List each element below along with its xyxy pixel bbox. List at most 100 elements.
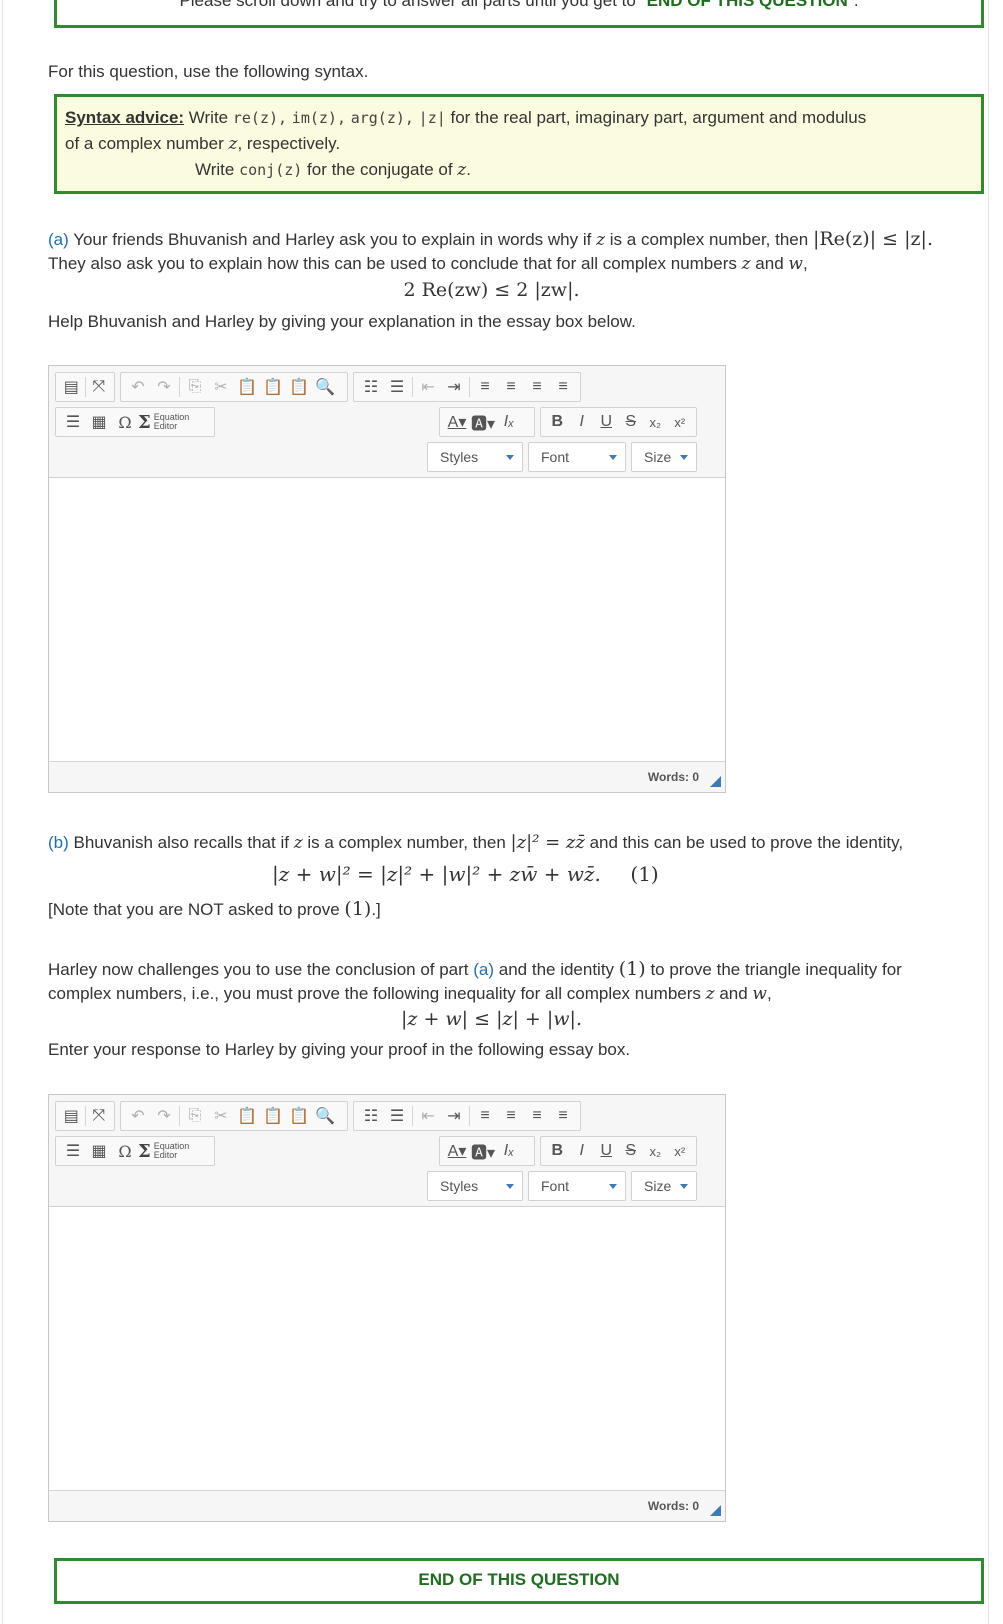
math-display-a: 2 Re(zw) ≤ 2 |zw|. bbox=[403, 279, 580, 301]
scroll-notice-prefix: Please scroll down and try to answer all… bbox=[179, 0, 647, 10]
find-icon[interactable]: 🔍 bbox=[312, 375, 338, 399]
superscript-icon[interactable]: x² bbox=[668, 410, 693, 434]
italic-icon[interactable]: I bbox=[570, 1139, 595, 1163]
underline-icon[interactable]: U bbox=[594, 410, 619, 434]
undo-icon[interactable]: ↶ bbox=[125, 1104, 151, 1128]
paste-icon[interactable]: 📋 bbox=[234, 375, 260, 399]
essay-text-area[interactable] bbox=[49, 1208, 725, 1491]
horizontal-line-icon[interactable]: ☰ bbox=[60, 410, 86, 434]
note-text-b: .] bbox=[371, 900, 381, 919]
outdent-icon[interactable]: ⇤ bbox=[415, 1104, 441, 1128]
size-dropdown[interactable]: Size bbox=[631, 442, 697, 472]
paste-word-icon[interactable]: 📋 bbox=[286, 1104, 312, 1128]
editor-status-bar: Words: 0 bbox=[49, 1490, 725, 1521]
code-arg: arg(z), bbox=[350, 109, 414, 127]
word-count: Words: 0 bbox=[647, 770, 699, 784]
paste-text-icon[interactable]: 📋 bbox=[260, 375, 286, 399]
resize-handle-icon[interactable] bbox=[710, 776, 721, 787]
end-of-question-box: END OF THIS QUESTION bbox=[54, 1558, 984, 1604]
justify-icon[interactable]: ≡ bbox=[550, 1104, 576, 1128]
special-char-icon[interactable]: Ω bbox=[112, 410, 138, 434]
equation-editor-icon[interactable]: Σ bbox=[138, 412, 151, 433]
part-b-text-1c: and this can be used to prove the identi… bbox=[584, 833, 904, 852]
part-b-para-line-2: complex numbers, i.e., you must prove th… bbox=[48, 984, 772, 1004]
indent-icon[interactable]: ⇥ bbox=[441, 375, 467, 399]
remove-format-icon[interactable]: Iₓ bbox=[496, 410, 522, 434]
right-border bbox=[988, 0, 989, 1624]
paste-word-icon[interactable]: 📋 bbox=[286, 375, 312, 399]
styles-dropdown[interactable]: Styles bbox=[427, 442, 523, 472]
styles-dropdown[interactable]: Styles bbox=[427, 1171, 523, 1201]
background-color-icon[interactable]: 🅰▾ bbox=[470, 1139, 496, 1163]
essay-editor-a: ▤ ⤧ ↶ ↷ ⎘ ✂ 📋 📋 📋 🔍 ☷ ☰ ⇤ ⇥ ≡ ≡ ≡ ≡ ☰ ▦ … bbox=[48, 365, 726, 793]
redo-icon[interactable]: ↷ bbox=[151, 1104, 177, 1128]
part-a-line-1: (a) Your friends Bhuvanish and Harley as… bbox=[48, 228, 933, 250]
paste-icon[interactable]: 📋 bbox=[234, 1104, 260, 1128]
part-a-text-2c: , bbox=[802, 254, 808, 273]
source-icon[interactable]: ▤ bbox=[60, 375, 83, 399]
maximize-icon[interactable]: ⤧ bbox=[87, 375, 110, 399]
font-label: Font bbox=[541, 449, 570, 465]
source-icon[interactable]: ▤ bbox=[60, 1104, 83, 1128]
strike-icon[interactable]: S bbox=[619, 410, 644, 434]
align-center-icon[interactable]: ≡ bbox=[498, 1104, 524, 1128]
copy-icon[interactable]: ⎘ bbox=[182, 375, 208, 399]
math-tag: (1) bbox=[344, 898, 372, 920]
cut-icon[interactable]: ✂ bbox=[208, 1104, 234, 1128]
equation-editor-icon[interactable]: Σ bbox=[138, 1141, 151, 1162]
background-color-icon[interactable]: 🅰▾ bbox=[470, 410, 496, 434]
part-b-p3c: , bbox=[766, 984, 772, 1003]
size-dropdown[interactable]: Size bbox=[631, 1171, 697, 1201]
align-center-icon[interactable]: ≡ bbox=[498, 375, 524, 399]
font-dropdown[interactable]: Font bbox=[528, 1171, 626, 1201]
redo-icon[interactable]: ↷ bbox=[151, 375, 177, 399]
table-icon[interactable]: ▦ bbox=[86, 1139, 112, 1163]
italic-icon[interactable]: I bbox=[570, 410, 595, 434]
editor-status-bar: Words: 0 bbox=[49, 761, 725, 792]
subscript-icon[interactable]: x₂ bbox=[643, 410, 668, 434]
remove-format-icon[interactable]: Iₓ bbox=[496, 1139, 522, 1163]
bulleted-list-icon[interactable]: ☰ bbox=[384, 375, 410, 399]
align-right-icon[interactable]: ≡ bbox=[524, 375, 550, 399]
table-icon[interactable]: ▦ bbox=[86, 410, 112, 434]
chevron-down-icon bbox=[506, 455, 514, 460]
size-label: Size bbox=[644, 1178, 672, 1194]
code-im: im(z), bbox=[291, 109, 346, 127]
math-tag: (1) bbox=[618, 958, 646, 980]
special-char-icon[interactable]: Ω bbox=[112, 1139, 138, 1163]
bold-icon[interactable]: B bbox=[545, 1139, 570, 1163]
text-color-icon[interactable]: A▾ bbox=[444, 410, 470, 434]
undo-icon[interactable]: ↶ bbox=[125, 375, 151, 399]
part-b-p3a: complex numbers, i.e., you must prove th… bbox=[48, 984, 706, 1003]
toolbar-group-para: ☷ ☰ ⇤ ⇥ ≡ ≡ ≡ ≡ bbox=[353, 372, 581, 402]
cut-icon[interactable]: ✂ bbox=[208, 375, 234, 399]
align-left-icon[interactable]: ≡ bbox=[472, 1104, 498, 1128]
math-z: z bbox=[293, 833, 303, 853]
text-color-icon[interactable]: A▾ bbox=[444, 1139, 470, 1163]
justify-icon[interactable]: ≡ bbox=[550, 375, 576, 399]
numbered-list-icon[interactable]: ☷ bbox=[358, 1104, 384, 1128]
chevron-down-icon bbox=[680, 455, 688, 460]
paste-text-icon[interactable]: 📋 bbox=[260, 1104, 286, 1128]
copy-icon[interactable]: ⎘ bbox=[182, 1104, 208, 1128]
syntax-line-1: Syntax advice: Write re(z), im(z), arg(z… bbox=[65, 105, 973, 131]
align-left-icon[interactable]: ≡ bbox=[472, 375, 498, 399]
underline-icon[interactable]: U bbox=[594, 1139, 619, 1163]
align-right-icon[interactable]: ≡ bbox=[524, 1104, 550, 1128]
maximize-icon[interactable]: ⤧ bbox=[87, 1104, 110, 1128]
find-icon[interactable]: 🔍 bbox=[312, 1104, 338, 1128]
strike-icon[interactable]: S bbox=[619, 1139, 644, 1163]
numbered-list-icon[interactable]: ☷ bbox=[358, 375, 384, 399]
indent-icon[interactable]: ⇥ bbox=[441, 1104, 467, 1128]
outdent-icon[interactable]: ⇤ bbox=[415, 375, 441, 399]
bulleted-list-icon[interactable]: ☰ bbox=[384, 1104, 410, 1128]
subscript-icon[interactable]: x₂ bbox=[643, 1139, 668, 1163]
syntax-line-2: of a complex number z, respectively. bbox=[65, 131, 973, 157]
resize-handle-icon[interactable] bbox=[710, 1505, 721, 1516]
font-dropdown[interactable]: Font bbox=[528, 442, 626, 472]
bold-icon[interactable]: B bbox=[545, 410, 570, 434]
essay-text-area[interactable] bbox=[49, 479, 725, 762]
styles-label: Styles bbox=[440, 1178, 479, 1194]
superscript-icon[interactable]: x² bbox=[668, 1139, 693, 1163]
horizontal-line-icon[interactable]: ☰ bbox=[60, 1139, 86, 1163]
